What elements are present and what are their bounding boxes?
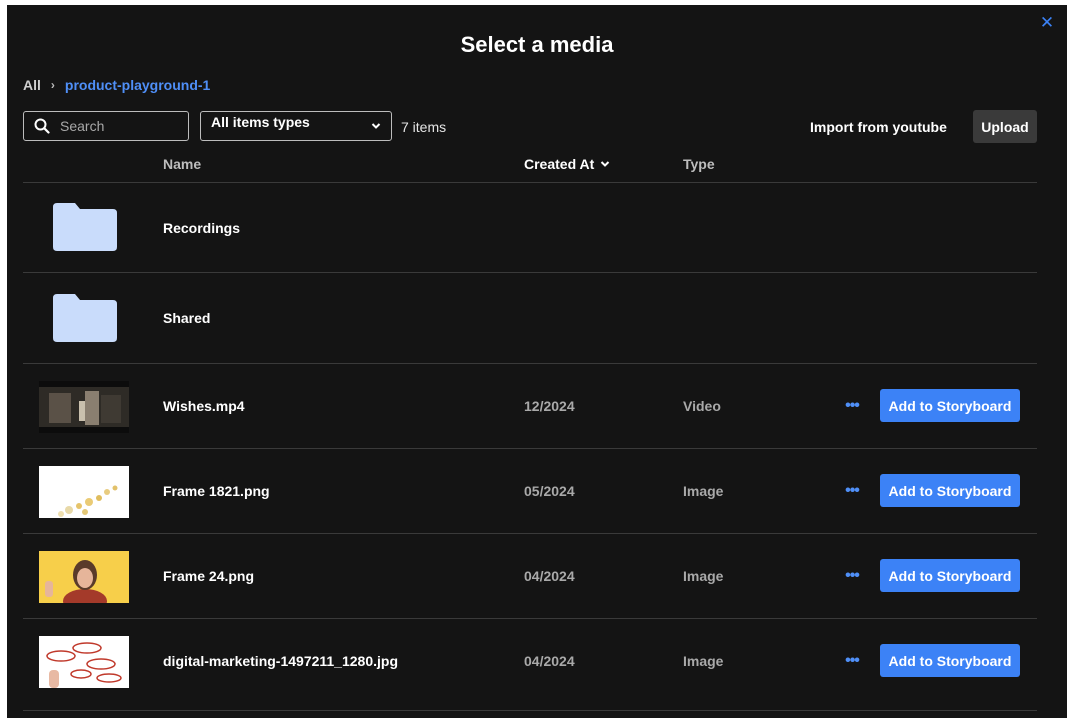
file-type: Image <box>683 483 724 499</box>
folder-row[interactable]: Shared <box>23 272 1037 363</box>
folder-row[interactable]: Recordings <box>23 182 1037 273</box>
file-row[interactable]: Frame 24.png 04/2024 Image ••• Add to St… <box>23 533 1037 619</box>
more-options-icon[interactable]: ••• <box>841 397 863 415</box>
image-thumbnail <box>39 551 129 603</box>
more-options-icon[interactable]: ••• <box>841 567 863 585</box>
item-type-select[interactable]: All items types <box>200 111 392 141</box>
search-icon <box>34 118 50 134</box>
column-header-type[interactable]: Type <box>683 156 715 172</box>
media-select-modal: ✕ Select a media All › product-playgroun… <box>7 5 1067 718</box>
folder-name[interactable]: Recordings <box>163 220 240 236</box>
file-name[interactable]: digital-marketing-1497211_1280.jpg <box>163 653 398 669</box>
column-header-created-at[interactable]: Created At <box>524 156 610 172</box>
chevron-right-icon: › <box>50 78 55 92</box>
file-type: Image <box>683 568 724 584</box>
search-input[interactable] <box>58 117 172 135</box>
table-header: Name Created At Type <box>7 156 1067 176</box>
chevron-down-icon <box>601 161 610 167</box>
item-type-select-value: All items types <box>211 114 310 130</box>
add-to-storyboard-button[interactable]: Add to Storyboard <box>880 474 1020 507</box>
file-name[interactable]: Wishes.mp4 <box>163 398 245 414</box>
file-name[interactable]: Frame 1821.png <box>163 483 270 499</box>
column-header-created-at-label: Created At <box>524 156 595 172</box>
image-thumbnail <box>39 636 129 688</box>
file-date: 12/2024 <box>524 398 575 414</box>
file-type: Image <box>683 653 724 669</box>
file-date: 04/2024 <box>524 653 575 669</box>
file-row[interactable]: digital-marketing-1497211_1280.jpg 04/20… <box>23 618 1037 705</box>
folder-icon <box>53 294 117 342</box>
more-options-icon[interactable]: ••• <box>841 652 863 670</box>
modal-title: Select a media <box>460 32 614 57</box>
file-row[interactable]: Wishes.mp4 12/2024 Video ••• Add to Stor… <box>23 363 1037 449</box>
close-icon[interactable]: ✕ <box>1039 14 1055 31</box>
column-header-name[interactable]: Name <box>163 156 201 172</box>
search-box[interactable] <box>23 111 189 141</box>
video-thumbnail <box>39 381 129 433</box>
file-date: 05/2024 <box>524 483 575 499</box>
import-youtube-button[interactable]: Import from youtube <box>810 119 947 135</box>
chevron-down-icon <box>371 123 381 129</box>
add-to-storyboard-button[interactable]: Add to Storyboard <box>880 559 1020 592</box>
add-to-storyboard-button[interactable]: Add to Storyboard <box>880 644 1020 677</box>
divider <box>23 710 1037 711</box>
add-to-storyboard-button[interactable]: Add to Storyboard <box>880 389 1020 422</box>
image-thumbnail <box>39 466 129 518</box>
breadcrumb-root[interactable]: All <box>23 77 41 93</box>
file-name[interactable]: Frame 24.png <box>163 568 254 584</box>
breadcrumb: All › product-playground-1 <box>23 77 210 93</box>
folder-icon <box>53 203 117 251</box>
folder-name[interactable]: Shared <box>163 310 210 326</box>
file-row[interactable]: Frame 1821.png 05/2024 Image ••• Add to … <box>23 448 1037 534</box>
file-type: Video <box>683 398 721 414</box>
item-count: 7 items <box>401 119 447 135</box>
file-date: 04/2024 <box>524 568 575 584</box>
breadcrumb-current[interactable]: product-playground-1 <box>65 77 210 93</box>
more-options-icon[interactable]: ••• <box>841 482 863 500</box>
upload-button[interactable]: Upload <box>973 110 1037 143</box>
